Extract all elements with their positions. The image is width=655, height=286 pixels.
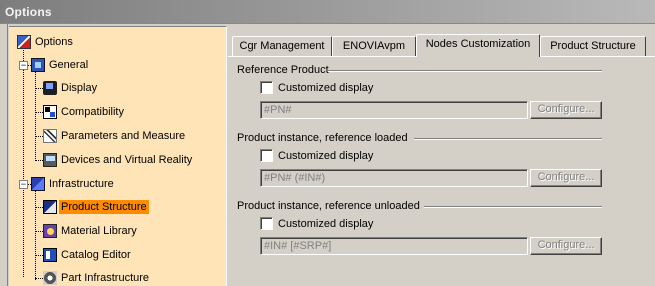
tree-item-material-library[interactable]: Material Library — [43, 222, 139, 240]
window-title-bar[interactable]: Options — [0, 0, 655, 24]
window-title: Options — [5, 5, 52, 19]
compatibility-icon — [43, 105, 57, 119]
general-icon — [31, 58, 45, 72]
window-frame — [0, 24, 8, 286]
group-separator — [414, 138, 602, 140]
customized-display-checkbox-row[interactable]: Customized display — [260, 81, 373, 94]
tree-connector — [35, 88, 43, 89]
tree-item-parameters-and-measure[interactable]: Parameters and Measure — [43, 127, 187, 145]
material-library-icon — [43, 224, 57, 238]
collapse-general-icon[interactable]: − — [19, 61, 28, 70]
tree-label: Catalog Editor — [61, 249, 131, 261]
customized-display-checkbox-row[interactable]: Customized display — [260, 217, 373, 230]
tree-item-compatibility[interactable]: Compatibility — [43, 103, 126, 121]
infrastructure-icon — [31, 177, 45, 191]
options-tree[interactable]: Options − General Display Compatibility … — [9, 26, 227, 286]
configure-button[interactable]: Configure... — [530, 237, 602, 255]
tree-label: General — [49, 59, 89, 71]
checkbox-label: Customized display — [278, 149, 374, 162]
group-title-reference-product: Reference Product — [237, 64, 329, 76]
tree-label: Material Library — [61, 225, 137, 237]
tree-label: Part Infrastructure — [61, 272, 150, 284]
display-icon — [43, 81, 57, 95]
customized-display-checkbox[interactable] — [260, 149, 273, 162]
part-infrastructure-icon — [43, 271, 57, 285]
group-title-instance-loaded: Product instance, reference loaded — [237, 132, 408, 144]
tree-connector — [35, 112, 43, 113]
tree-label: Options — [35, 36, 73, 48]
tree-item-infrastructure[interactable]: Infrastructure — [31, 175, 116, 193]
tree-item-general[interactable]: General — [31, 56, 90, 74]
instance-loaded-format-field: #PN# (#IN#) — [260, 169, 528, 187]
tree-label: Product Structure — [59, 200, 149, 214]
tree-label: Devices and Virtual Reality — [61, 154, 193, 166]
tree-root-options[interactable]: Options — [17, 33, 75, 51]
tab-product-structure[interactable]: Product Structure — [540, 36, 646, 56]
collapse-infrastructure-icon[interactable]: − — [19, 180, 28, 189]
checkbox-label: Customized display — [278, 81, 374, 94]
tree-item-catalog-editor[interactable]: Catalog Editor — [43, 246, 133, 264]
parameters-icon — [43, 129, 57, 143]
tree-label: Compatibility — [61, 106, 124, 118]
tree-connector — [35, 278, 43, 279]
group-title-instance-unloaded: Product instance, reference unloaded — [237, 200, 420, 212]
tab-cgr-management[interactable]: Cgr Management — [232, 36, 332, 56]
settings-panel: Cgr Management ENOVIAvpm Nodes Customiza… — [228, 26, 655, 286]
checkbox-label: Customized display — [278, 217, 374, 230]
reference-product-format-field: #PN# — [260, 101, 528, 119]
tab-nodes-customization[interactable]: Nodes Customization — [416, 34, 540, 57]
tree-label: Display — [61, 82, 98, 94]
tab-enoviavpm[interactable]: ENOVIAvpm — [332, 36, 416, 56]
tree-connector — [35, 255, 43, 256]
tree-item-part-infrastructure[interactable]: Part Infrastructure — [43, 269, 151, 286]
instance-unloaded-format-field: #IN# [#SRP#] — [260, 237, 528, 255]
customized-display-checkbox[interactable] — [260, 81, 273, 94]
tree-connector — [35, 231, 43, 232]
tree-connector — [35, 160, 43, 161]
tree-connector — [35, 190, 36, 280]
options-icon — [17, 35, 31, 49]
tree-item-devices-and-virtual-reality[interactable]: Devices and Virtual Reality — [43, 151, 194, 169]
tree-item-display[interactable]: Display — [43, 79, 99, 97]
devices-icon — [43, 153, 57, 167]
tree-label: Parameters and Measure — [61, 130, 186, 142]
group-separator — [424, 206, 602, 208]
product-structure-icon — [43, 200, 57, 214]
tree-connector — [35, 71, 36, 161]
configure-button[interactable]: Configure... — [530, 169, 602, 187]
customized-display-checkbox[interactable] — [260, 217, 273, 230]
tree-connector — [23, 47, 24, 277]
tree-item-product-structure[interactable]: Product Structure — [43, 198, 149, 216]
tree-connector — [35, 136, 43, 137]
customized-display-checkbox-row[interactable]: Customized display — [260, 149, 373, 162]
configure-button[interactable]: Configure... — [530, 101, 602, 119]
catalog-editor-icon — [43, 248, 57, 262]
tree-label: Infrastructure — [49, 178, 114, 190]
group-separator — [328, 70, 602, 72]
tree-connector — [35, 207, 43, 208]
